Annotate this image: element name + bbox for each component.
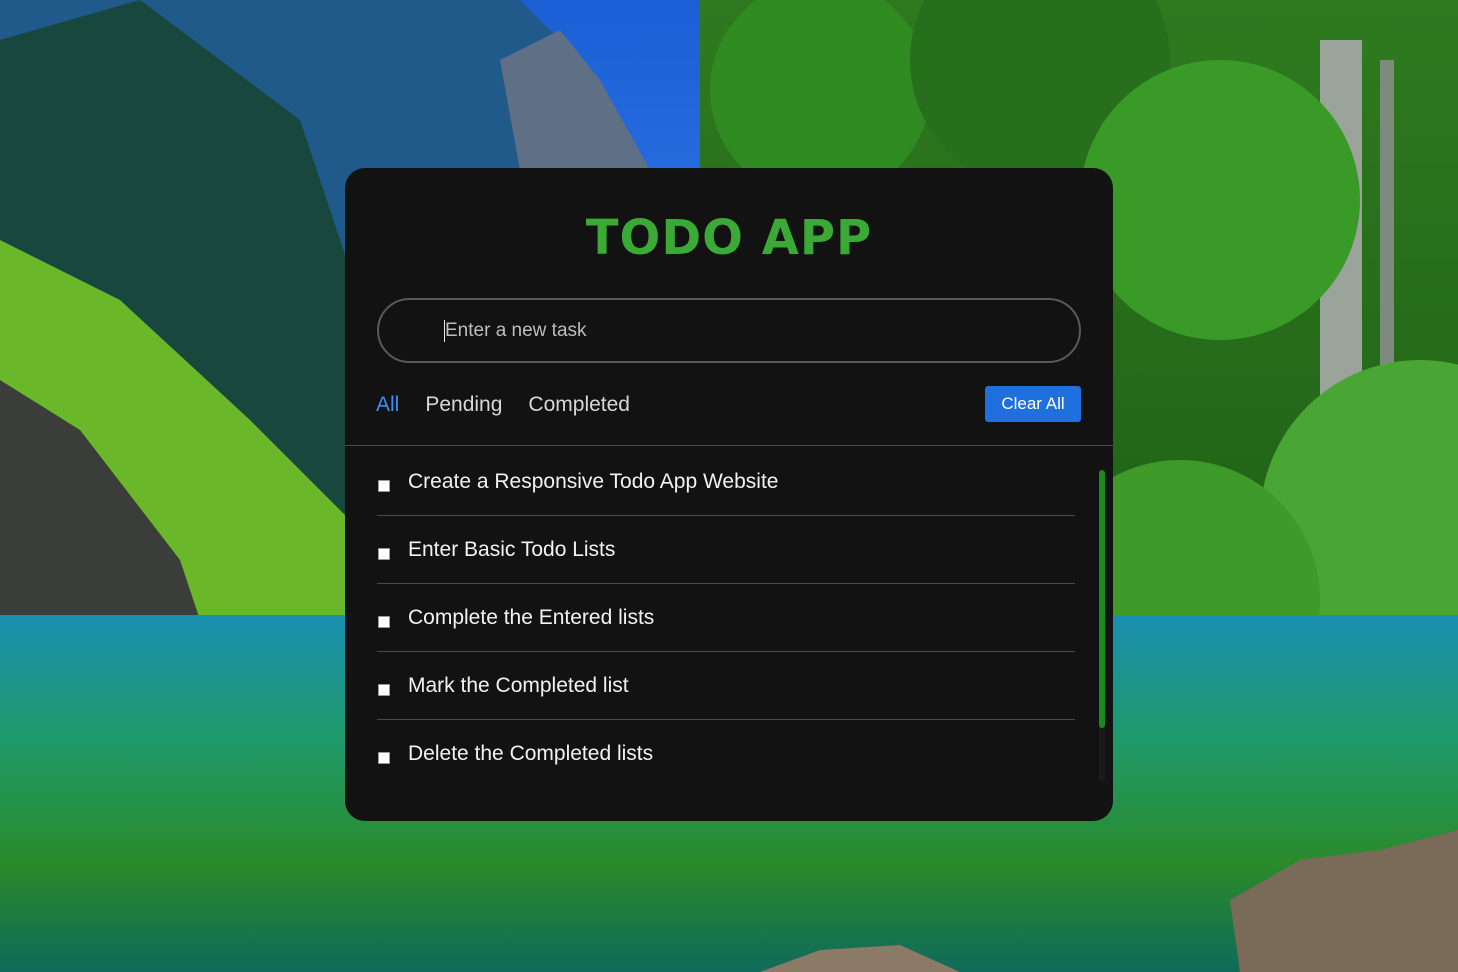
task-label: Mark the Completed list xyxy=(408,674,629,697)
filter-tabs: All Pending Completed xyxy=(376,390,656,420)
task-item: Complete the Entered lists xyxy=(377,584,1075,652)
filter-all-tab[interactable]: All xyxy=(376,393,399,417)
text-caret xyxy=(444,320,445,342)
new-task-input[interactable] xyxy=(377,298,1081,363)
filter-completed-tab[interactable]: Completed xyxy=(528,393,630,417)
task-item: Mark the Completed list xyxy=(377,652,1075,720)
task-item: Delete the Completed lists xyxy=(377,720,1075,788)
task-checkbox[interactable] xyxy=(378,752,390,764)
task-label: Enter Basic Todo Lists xyxy=(408,538,616,561)
header-divider xyxy=(345,445,1113,446)
task-label: Complete the Entered lists xyxy=(408,606,655,629)
task-list-scrollbar-thumb[interactable] xyxy=(1099,470,1105,728)
task-checkbox[interactable] xyxy=(378,480,390,492)
filter-pending-tab[interactable]: Pending xyxy=(425,393,502,417)
task-label: Create a Responsive Todo App Website xyxy=(408,470,779,493)
task-item: Create a Responsive Todo App Website xyxy=(377,448,1075,516)
clear-all-button[interactable]: Clear All xyxy=(985,386,1081,422)
app-title: TODO APP xyxy=(585,210,873,266)
task-item: Enter Basic Todo Lists xyxy=(377,516,1075,584)
task-checkbox[interactable] xyxy=(378,616,390,628)
task-list: Create a Responsive Todo App Website Ent… xyxy=(377,448,1075,808)
task-checkbox[interactable] xyxy=(378,548,390,560)
task-label: Delete the Completed lists xyxy=(408,742,654,765)
task-checkbox[interactable] xyxy=(378,684,390,696)
todo-card: TODO APP All Pending Completed Clear All… xyxy=(345,168,1113,821)
